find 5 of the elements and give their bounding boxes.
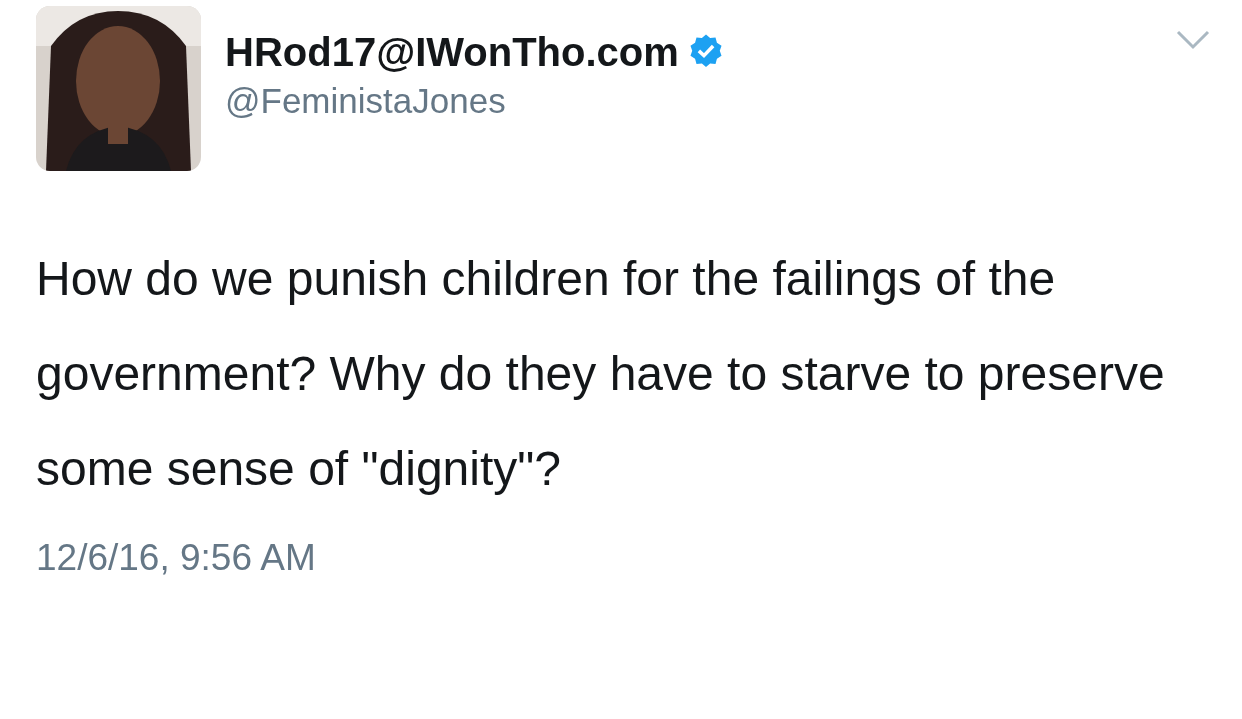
tweet-text: How do we punish children for the failings of the government? Why do they have to starve to preserve some sense of "dignity"? — [36, 251, 1166, 497]
chevron-down-icon[interactable] — [1176, 30, 1210, 50]
timestamp: 12/6/16, 9:56 AM — [36, 536, 317, 580]
display-name[interactable]: HRod17@IWonTho.com — [225, 30, 679, 74]
handle[interactable]: @FeministaJones — [225, 80, 1176, 122]
